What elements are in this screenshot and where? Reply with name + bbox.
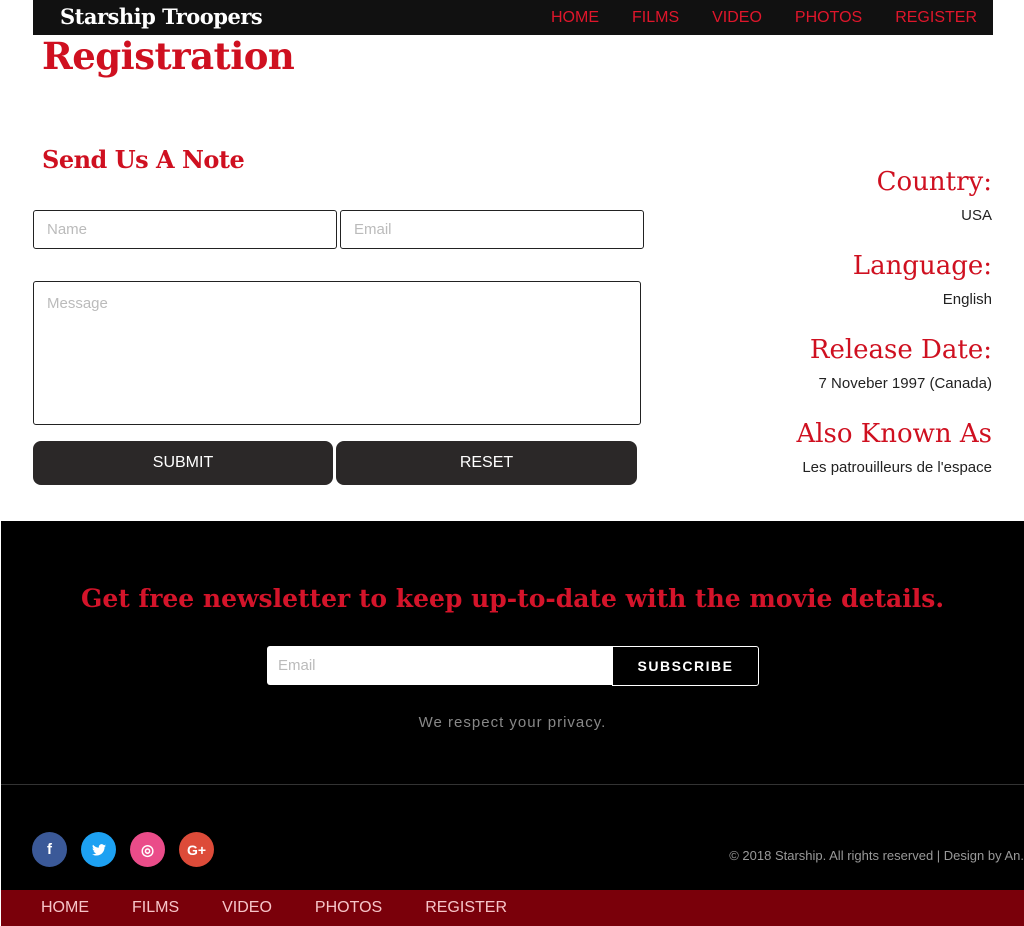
footer: f ◎ G+ © 2018 Starship. All rights reser… — [1, 785, 1024, 890]
aka-value: Les patrouilleurs de l'espace — [802, 459, 992, 476]
facebook-icon[interactable]: f — [32, 832, 67, 867]
newsletter-email-field[interactable] — [267, 646, 612, 685]
bottom-nav-register[interactable]: REGISTER — [425, 899, 507, 917]
nav-video[interactable]: VIDEO — [712, 9, 762, 27]
release-value: 7 Noveber 1997 (Canada) — [818, 375, 992, 392]
bottom-nav-films[interactable]: FILMS — [132, 899, 179, 917]
release-label: Release Date: — [809, 335, 992, 365]
message-field[interactable] — [33, 281, 641, 425]
nav-films[interactable]: FILMS — [632, 9, 679, 27]
name-field[interactable] — [33, 210, 337, 249]
google-plus-icon[interactable]: G+ — [179, 832, 214, 867]
aka-info: Also Known As Les patrouilleurs de l'esp… — [796, 419, 992, 476]
subscribe-button[interactable]: SUBSCRIBE — [612, 646, 759, 686]
twitter-icon[interactable] — [81, 832, 116, 867]
bottom-nav-video[interactable]: VIDEO — [222, 899, 272, 917]
submit-button[interactable]: SUBMIT — [33, 441, 333, 485]
language-info: Language: English — [853, 251, 992, 308]
site-brand[interactable]: Starship Troopers — [60, 4, 263, 29]
newsletter-heading: Get free newsletter to keep up-to-date w… — [80, 584, 945, 613]
newsletter-section: Get free newsletter to keep up-to-date w… — [1, 521, 1024, 784]
twitter-bird-icon — [91, 843, 106, 856]
reset-button[interactable]: RESET — [336, 441, 637, 485]
country-info: Country: USA — [877, 167, 992, 224]
email-field[interactable] — [340, 210, 644, 249]
country-label: Country: — [876, 167, 992, 197]
nav-photos[interactable]: PHOTOS — [795, 9, 862, 27]
nav-register[interactable]: REGISTER — [895, 9, 977, 27]
aka-label: Also Known As — [796, 419, 992, 449]
country-value: USA — [961, 207, 992, 224]
bottom-nav-home[interactable]: HOME — [41, 899, 89, 917]
dribbble-icon[interactable]: ◎ — [130, 832, 165, 867]
privacy-note: We respect your privacy. — [418, 714, 607, 731]
copyright-text: © 2018 Starship. All rights reserved | D… — [729, 848, 1024, 863]
bottom-nav-photos[interactable]: PHOTOS — [315, 899, 382, 917]
top-nav-links: HOME FILMS VIDEO PHOTOS REGISTER — [518, 0, 977, 35]
language-value: English — [942, 291, 992, 308]
nav-home[interactable]: HOME — [551, 9, 599, 27]
language-label: Language: — [852, 251, 992, 281]
form-title: Send Us A Note — [42, 145, 245, 174]
page-title: Registration — [42, 34, 295, 78]
bottom-navbar: HOME FILMS VIDEO PHOTOS REGISTER — [1, 890, 1024, 926]
release-info: Release Date: 7 Noveber 1997 (Canada) — [810, 335, 992, 392]
top-navbar: Starship Troopers HOME FILMS VIDEO PHOTO… — [33, 0, 993, 35]
